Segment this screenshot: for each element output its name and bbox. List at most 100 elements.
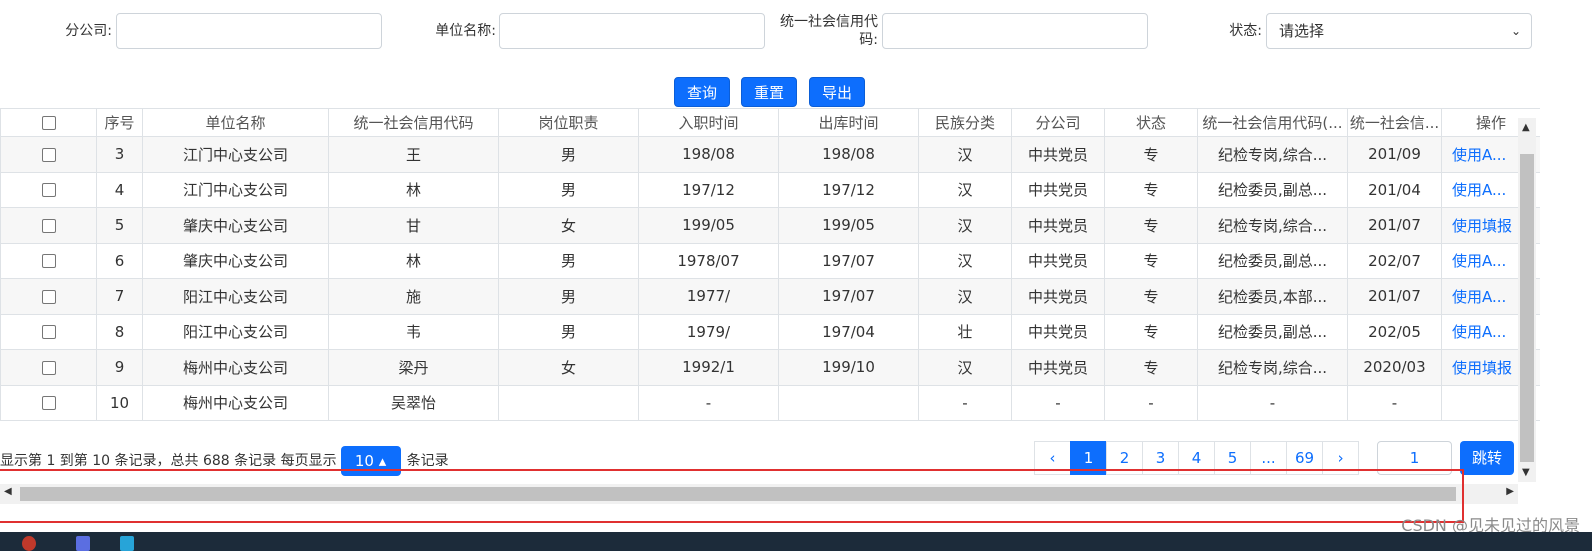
row-select-cell[interactable] — [0, 313, 97, 350]
row-select-cell[interactable] — [0, 278, 97, 315]
page-link-69[interactable]: 69 — [1286, 441, 1324, 475]
app-icon[interactable] — [120, 536, 134, 551]
table-cell: 汉 — [918, 278, 1012, 315]
table-cell: 女 — [498, 207, 639, 244]
filter-bar: 分公司: 单位名称: 统一社会信用代 码: 状态: 请选择 ⌄ — [0, 0, 1592, 70]
jump-page-input[interactable]: 1 — [1377, 441, 1452, 475]
table-row[interactable]: 4 江门中心支公司林男 197/12 197/12 汉中共党员专纪检委员,副总... 20… — [0, 171, 1540, 208]
table-cell: 202/07 — [1347, 242, 1442, 279]
header-cell[interactable]: 状态 — [1104, 108, 1198, 137]
pagination-info-suffix: 条记录 — [406, 453, 449, 469]
app-icon[interactable] — [76, 536, 90, 551]
row-select-cell[interactable] — [0, 171, 97, 208]
table-cell: 梅州中心支公司 — [142, 384, 329, 421]
table-cell: 198/08 — [638, 136, 779, 173]
table-row[interactable]: 3 江门中心支公司王男 198/08 198/08 汉中共党员专纪检专岗,综合... 20… — [0, 136, 1540, 173]
scroll-left-icon[interactable]: ◀ — [4, 486, 12, 497]
table-cell: 吴翠怡 — [328, 384, 499, 421]
table-cell: - — [918, 384, 1012, 421]
header-cell[interactable]: 出库时间 — [778, 108, 919, 137]
prev-page-button[interactable]: ‹ — [1034, 441, 1071, 475]
table-cell: 中共党员 — [1011, 278, 1105, 315]
header-select-all[interactable] — [0, 108, 97, 137]
table-cell: 201/07 — [1347, 207, 1442, 244]
row-select-cell[interactable] — [0, 242, 97, 279]
status-label: 状态: — [1229, 23, 1262, 39]
table-cell: 专 — [1104, 313, 1198, 350]
vertical-scroll-thumb[interactable] — [1520, 154, 1534, 462]
row-select-cell[interactable] — [0, 384, 97, 421]
table-row[interactable]: 7 阳江中心支公司施男 1977/197/07 汉中共党员专纪检委员,本部... 201… — [0, 278, 1540, 315]
reset-button[interactable]: 重置 — [741, 77, 797, 107]
table-cell: 197/07 — [778, 278, 919, 315]
header-cell[interactable]: 统一社会信用代码(... — [1197, 108, 1348, 137]
header-cell[interactable]: 岗位职责 — [498, 108, 639, 137]
table-row[interactable]: 9 梅州中心支公司 梁丹女 1992/1 199/10 汉中共党员专纪检专岗,综合... 2… — [0, 349, 1540, 386]
checkbox[interactable] — [41, 325, 56, 340]
table-cell: 纪检专岗,综合... — [1197, 207, 1348, 244]
table-cell: 林 — [328, 171, 499, 208]
table-row[interactable]: 5 肇庆中心支公司甘女 199/05 199/05 汉中共党员专纪检专岗,综合... 20… — [0, 207, 1540, 244]
table-cell: 中共党员 — [1011, 171, 1105, 208]
table-cell: 专 — [1104, 171, 1198, 208]
table-cell: 韦 — [328, 313, 499, 350]
table-cell: 江门中心支公司 — [142, 171, 329, 208]
header-cell[interactable]: 民族分类 — [918, 108, 1012, 137]
row-select-cell[interactable] — [0, 207, 97, 244]
table-cell: 199/10 — [778, 349, 919, 386]
page-link-2[interactable]: 2 — [1106, 441, 1143, 475]
data-table-wrapper: 序号 单位名称 统一社会信用代码 岗位职责 入职时间 出库时间 民族分类 分公司… — [0, 108, 1540, 430]
table-cell: 中共党员 — [1011, 242, 1105, 279]
page-link-1[interactable]: 1 — [1070, 441, 1107, 475]
page-link-5[interactable]: 5 — [1214, 441, 1251, 475]
header-cell[interactable]: 序号 — [96, 108, 143, 137]
table-cell: 林 — [328, 242, 499, 279]
checkbox[interactable] — [41, 254, 56, 269]
table-cell: 施 — [328, 278, 499, 315]
page-link-3[interactable]: 3 — [1142, 441, 1179, 475]
unit-name-input[interactable] — [499, 13, 765, 49]
row-select-cell[interactable] — [0, 136, 97, 173]
checkbox[interactable] — [41, 289, 56, 304]
table-row[interactable]: 8 阳江中心支公司韦男 1979/197/04 壮中共党员专纪检委员,副总... 202… — [0, 313, 1540, 350]
horizontal-scrollbar[interactable]: ◀ ▶ — [0, 484, 1518, 504]
page-size-dropdown[interactable]: 10 ▴ — [340, 446, 401, 476]
scroll-down-icon[interactable]: ▼ — [1522, 467, 1530, 478]
table-cell: 专 — [1104, 349, 1198, 386]
page-link-4[interactable]: 4 — [1178, 441, 1215, 475]
checkbox[interactable] — [41, 360, 56, 375]
header-cell[interactable]: 统一社会信用代码 — [328, 108, 499, 137]
export-button[interactable]: 导出 — [809, 77, 865, 107]
scroll-right-icon[interactable]: ▶ — [1506, 486, 1514, 497]
table-cell: 专 — [1104, 136, 1198, 173]
horizontal-scroll-thumb[interactable] — [20, 487, 1456, 501]
checkbox[interactable] — [41, 116, 56, 130]
header-cell[interactable]: 统一社会信... — [1347, 108, 1442, 137]
status-select[interactable]: 请选择 ⌄ — [1266, 13, 1532, 49]
table-cell — [498, 384, 639, 421]
row-select-cell[interactable] — [0, 349, 97, 386]
table-cell: 梁丹 — [328, 349, 499, 386]
checkbox[interactable] — [41, 183, 56, 198]
credit-code-input[interactable] — [882, 13, 1148, 49]
query-button[interactable]: 查询 — [674, 77, 730, 107]
browser-icon[interactable] — [22, 536, 36, 551]
table-row[interactable]: 10 梅州中心支公司 吴翠怡 - - - - - - — [0, 384, 1540, 421]
table-cell: 阳江中心支公司 — [142, 313, 329, 350]
table-cell: 女 — [498, 349, 639, 386]
checkbox[interactable] — [41, 218, 56, 233]
jump-button[interactable]: 跳转 — [1460, 441, 1514, 475]
scroll-up-icon[interactable]: ▲ — [1522, 122, 1530, 133]
checkbox[interactable] — [41, 147, 56, 162]
header-cell[interactable]: 分公司 — [1011, 108, 1105, 137]
header-cell[interactable]: 单位名称 — [142, 108, 329, 137]
next-page-button[interactable]: › — [1322, 441, 1360, 475]
vertical-scrollbar[interactable]: ▲ ▼ — [1518, 118, 1536, 482]
status-select-value: 请选择 — [1279, 22, 1325, 40]
table-cell: 10 — [96, 384, 143, 421]
checkbox[interactable] — [41, 396, 56, 411]
table-row[interactable]: 6 肇庆中心支公司林男 1978/07 197/07 汉中共党员专纪检委员,副总... 2… — [0, 242, 1540, 279]
branch-input[interactable] — [116, 13, 382, 49]
table-cell: 201/07 — [1347, 278, 1442, 315]
header-cell[interactable]: 入职时间 — [638, 108, 779, 137]
